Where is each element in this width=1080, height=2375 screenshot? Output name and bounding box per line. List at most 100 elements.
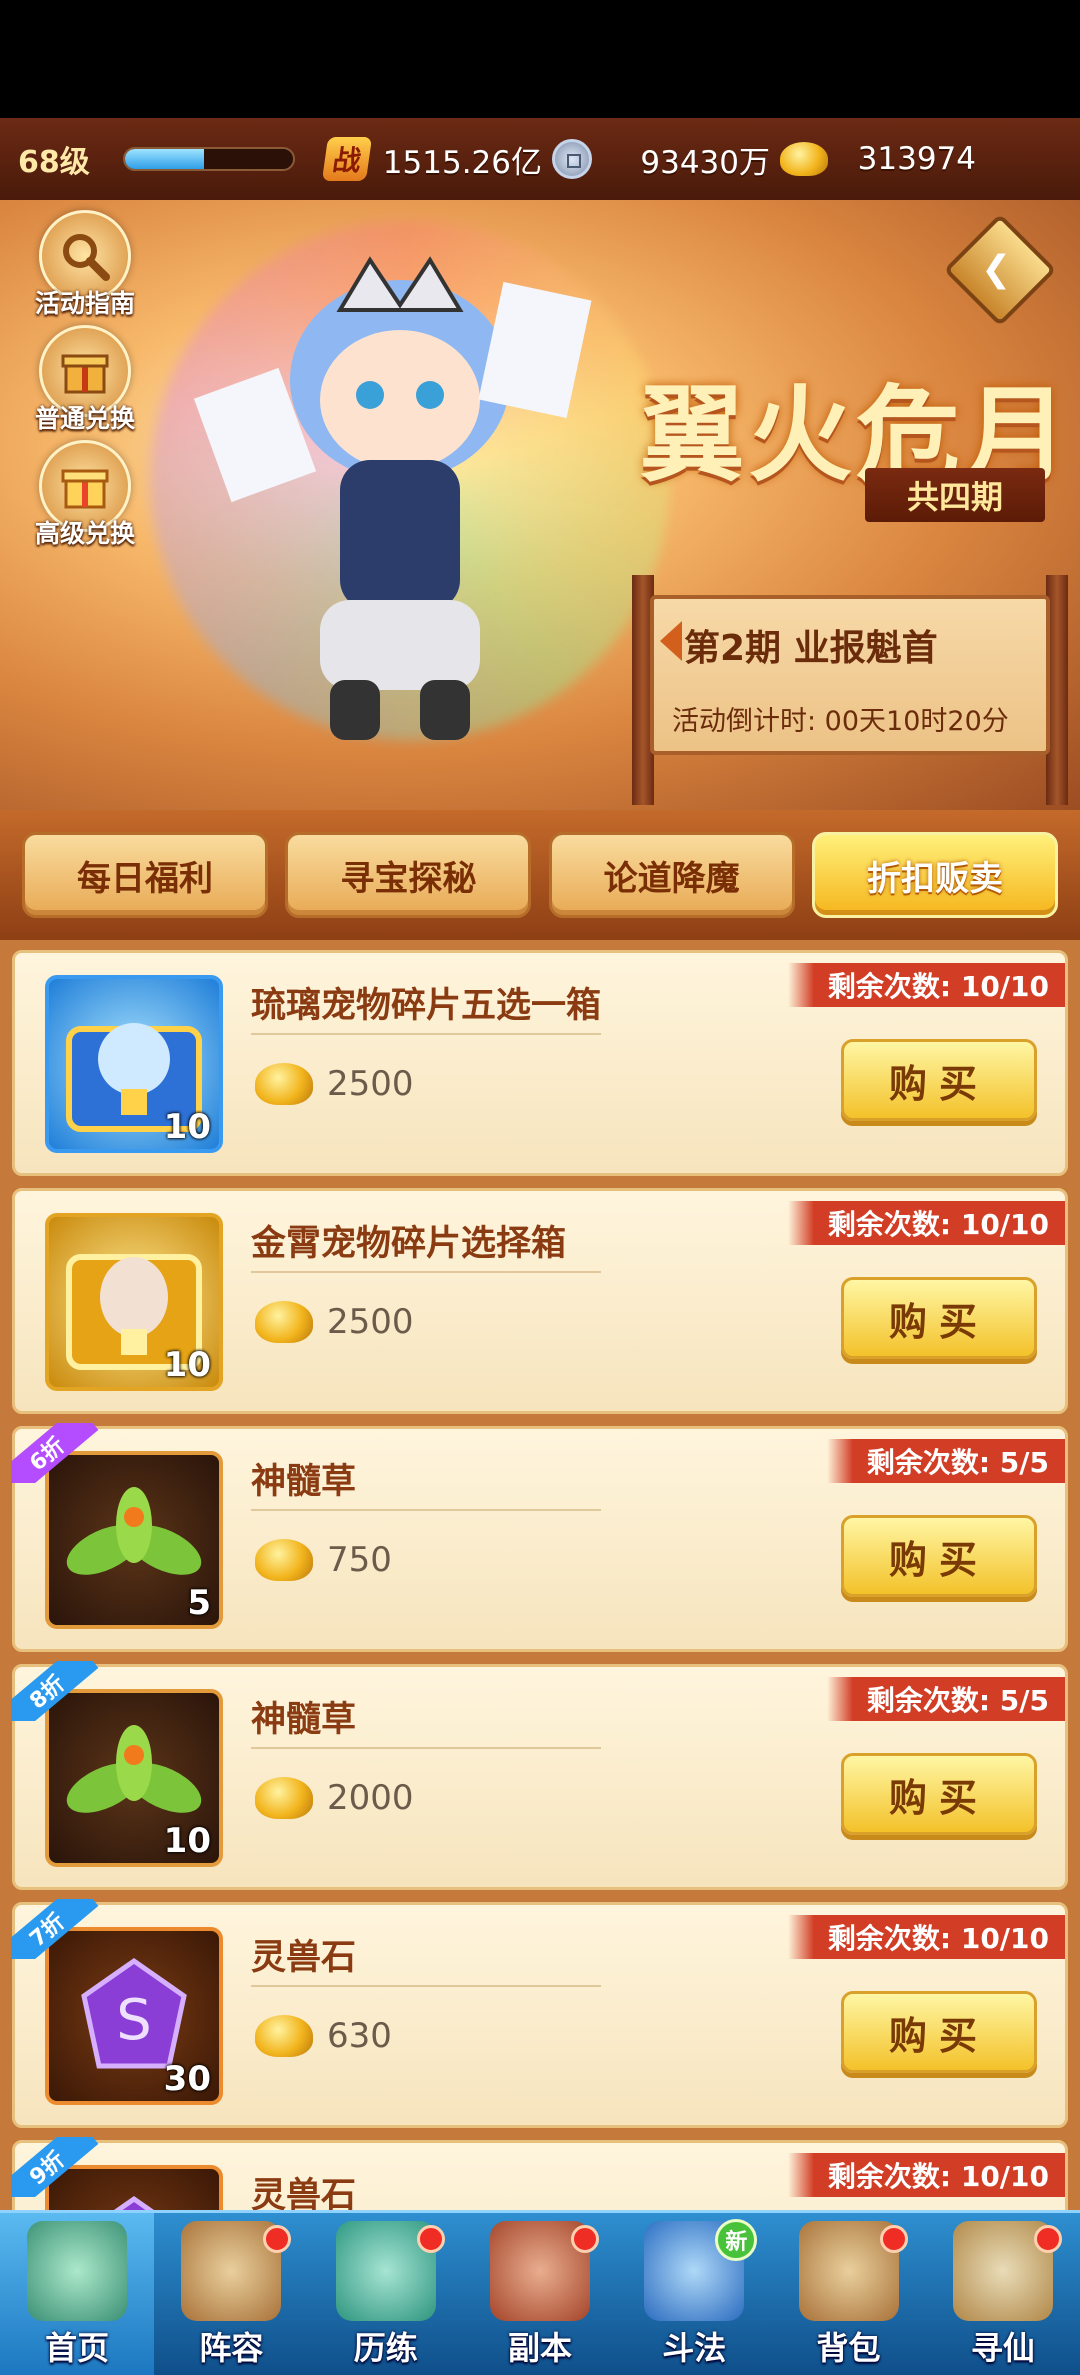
item-name: 灵兽石 [251, 2176, 357, 2210]
shop-item-card: 10 琉璃宠物碎片五选一箱 2500 剩余次数: 10/10 购买 [12, 950, 1068, 1176]
remaining-count-tag: 剩余次数: 10/10 [787, 1201, 1065, 1245]
battle-icon: 战 [321, 137, 373, 181]
status-bar-area [0, 0, 1080, 118]
price-value: 630 [327, 2016, 392, 2056]
tab-demon-subduing[interactable]: 论道降魔 [548, 832, 795, 918]
buy-button[interactable]: 购买 [841, 1753, 1037, 1835]
discount-badge: 7折 [11, 1899, 101, 1959]
event-subtitle: 共四期 [865, 468, 1045, 522]
notification-dot [1033, 2225, 1062, 2253]
item-price: 2000 [255, 1777, 414, 1819]
normal-exchange-button[interactable]: 普通兑换 [20, 325, 150, 435]
nav-home[interactable]: 首页 [0, 2213, 155, 2375]
tab-bar: 每日福利 寻宝探秘 论道降魔 折扣贩卖 [0, 810, 1080, 940]
item-name: 灵兽石 [251, 1938, 357, 1978]
nav-seek-immortal[interactable]: 寻仙 [926, 2213, 1080, 2375]
remaining-count-tag: 剩余次数: 5/5 [826, 1677, 1065, 1721]
buy-button[interactable]: 购买 [841, 1039, 1037, 1121]
period-panel: 第2期 业报魁首 活动倒计时: 00天10时20分 [650, 595, 1050, 755]
notification-dot [262, 2225, 291, 2253]
tab-discount-sale[interactable]: 折扣贩卖 [811, 832, 1058, 918]
item-price: 630 [255, 2015, 392, 2057]
remaining-count-tag: 剩余次数: 10/10 [787, 963, 1065, 1007]
xp-bar [123, 147, 295, 171]
remaining-count-tag: 剩余次数: 10/10 [787, 1915, 1065, 1959]
item-price: 2500 [255, 1063, 414, 1105]
period-title: 第2期 业报魁首 [684, 628, 938, 669]
item-price: 750 [255, 1539, 392, 1581]
item-price: 2500 [255, 1301, 414, 1343]
player-level: 68级 [18, 145, 90, 180]
back-button[interactable]: ❮ [943, 213, 1057, 327]
shop-item-card: 10 8折 神髓草 2000 剩余次数: 5/5 购买 [11, 1661, 1068, 1890]
divider [251, 1985, 601, 1987]
nav-duel[interactable]: 斗法 新 [617, 2213, 771, 2375]
price-value: 750 [327, 1540, 392, 1580]
new-badge: 新 [715, 2219, 758, 2261]
gold-currency[interactable]: 313974 [780, 135, 976, 183]
gold-ingot-icon [255, 1301, 313, 1343]
divider [251, 1747, 601, 1749]
remaining-count-tag: 剩余次数: 10/10 [787, 2153, 1065, 2197]
nav-training[interactable]: 历练 [309, 2213, 463, 2375]
buy-button[interactable]: 购买 [841, 1991, 1037, 2073]
item-quantity: 10 [163, 1821, 211, 1861]
gold-ingot-icon [255, 1777, 313, 1819]
item-thumbnail[interactable]: 10 [45, 1213, 223, 1391]
prev-period-arrow-icon[interactable] [660, 621, 682, 661]
event-banner: 活动指南 普通兑换 高级兑换 ❮ 翼火危月 共四期 第2期 业报魁首 活动倒计时… [0, 200, 1080, 810]
silver-currency[interactable]: 93430万 [552, 135, 770, 183]
discount-badge: 8折 [11, 1661, 101, 1721]
item-quantity: 5 [187, 1583, 211, 1623]
xp-fill [125, 149, 204, 169]
shop-item-list[interactable]: 10 琉璃宠物碎片五选一箱 2500 剩余次数: 10/10 购买 10 金霄宠… [0, 940, 1080, 2210]
price-value: 2500 [327, 1302, 414, 1342]
price-value: 2000 [327, 1778, 414, 1818]
nav-dungeon[interactable]: 副本 [463, 2213, 617, 2375]
gold-ingot-icon [780, 142, 828, 176]
discount-badge: 6折 [11, 1423, 101, 1483]
hero-character-art [193, 256, 592, 740]
shop-item-card: 5 6折 神髓草 750 剩余次数: 5/5 购买 [11, 1423, 1068, 1652]
event-guide-button[interactable]: 活动指南 [20, 210, 150, 320]
gold-ingot-icon [255, 1063, 313, 1105]
nav-lineup[interactable]: 阵容 [154, 2213, 308, 2375]
price-value: 2500 [327, 1064, 414, 1104]
home-icon [27, 2221, 128, 2321]
premium-exchange-button[interactable]: 高级兑换 [20, 440, 150, 550]
resource-bar: 68级 战 1515.26亿 93430万 313974 [0, 118, 1080, 200]
divider [251, 1271, 601, 1273]
notification-dot [879, 2225, 908, 2253]
remaining-count-tag: 剩余次数: 5/5 [826, 1439, 1065, 1483]
item-quantity: 10 [163, 1345, 211, 1385]
notification-dot [416, 2225, 445, 2253]
back-arrow-icon: ❮ [981, 249, 1012, 291]
countdown-text: 活动倒计时: 00天10时20分 [672, 706, 1009, 737]
gold-ingot-icon [255, 1539, 313, 1581]
gold-ingot-icon [255, 2015, 313, 2057]
battle-power-value: 1515.26亿 [382, 144, 542, 181]
divider [251, 1509, 601, 1511]
item-quantity: 30 [163, 2059, 211, 2099]
buy-button[interactable]: 购买 [841, 1515, 1037, 1597]
shop-item-card: 9折 灵兽石 剩余次数: 10/10 [11, 2137, 1068, 2210]
item-name: 金霄宠物碎片选择箱 [251, 1224, 567, 1264]
tab-treasure-hunt[interactable]: 寻宝探秘 [285, 832, 532, 918]
item-thumbnail[interactable]: 10 [45, 975, 223, 1153]
svg-text:S: S [116, 1988, 152, 2053]
discount-badge: 9折 [11, 2137, 101, 2197]
notification-dot [571, 2225, 600, 2253]
nav-backpack[interactable]: 背包 [771, 2213, 925, 2375]
shop-item-card: 10 金霄宠物碎片选择箱 2500 剩余次数: 10/10 购买 [12, 1188, 1068, 1414]
bottom-navigation: 首页 阵容 历练 副本 斗法 新 背包 寻仙 [0, 2210, 1080, 2375]
battle-power: 战 1515.26亿 [321, 135, 542, 183]
item-name: 神髓草 [251, 1462, 357, 1502]
tab-daily-welfare[interactable]: 每日福利 [22, 832, 268, 918]
gold-value: 313974 [857, 141, 976, 177]
buy-button[interactable]: 购买 [841, 1277, 1037, 1359]
item-name: 神髓草 [251, 1700, 357, 1740]
silver-coin-icon [552, 139, 592, 179]
silver-value: 93430万 [640, 144, 770, 181]
divider [251, 1033, 601, 1035]
item-quantity: 10 [163, 1107, 211, 1147]
